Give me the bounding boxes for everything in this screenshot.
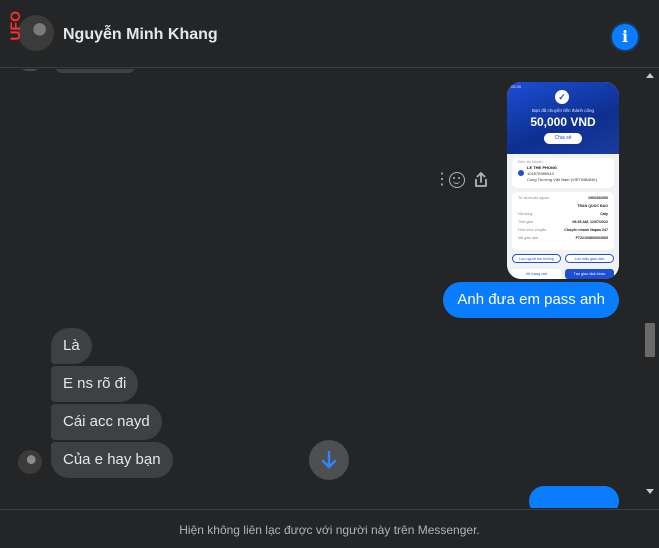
more-vertical-icon[interactable]: ⋮	[434, 172, 450, 188]
receipt-row: Nội dung Cấty	[518, 212, 608, 220]
outgoing-message[interactable]: Anh đưa em pass anh	[443, 282, 619, 318]
scroll-up-arrow-icon[interactable]	[646, 73, 654, 78]
chat-footer: Hiện không liên lạc được với người này t…	[0, 509, 659, 548]
scroll-down-arrow-icon[interactable]	[646, 489, 654, 494]
avatar-overlay-text: UFO	[7, 11, 23, 41]
incoming-message[interactable]: Là	[51, 328, 92, 364]
row-label: Nội dung	[518, 212, 533, 216]
contact-name[interactable]: Nguyễn Minh Khang	[63, 26, 218, 44]
conversation-area: 08:35 ✓ Bạn đã chuyển tiền thành công 50…	[0, 69, 659, 508]
unavailable-notice: Hiện không liên lạc được với người này t…	[179, 523, 480, 537]
row-value: 1900432006	[588, 196, 608, 200]
receipt-recipient-card: Đến tài khoản LE THE PHONG 101870989043 …	[512, 158, 614, 188]
row-value: FT22193860603965	[575, 236, 608, 240]
receipt-share-button: Chia sẻ	[544, 133, 582, 144]
info-circle-icon[interactable]: i	[612, 24, 638, 50]
chat-header: UFO Nguyễn Minh Khang i	[0, 0, 659, 68]
row-label: Thời gian	[518, 220, 534, 224]
partial-outgoing-message[interactable]	[529, 486, 619, 508]
receipt-row: Mã giao dịch FT22193860603965	[518, 236, 608, 244]
incoming-message[interactable]: Cái acc nayd	[51, 404, 162, 440]
receipt-recipient-name: LE THE PHONG	[527, 165, 558, 170]
row-value: TRAN QUOC BAO	[577, 204, 608, 208]
receipt-status-bar: 08:35	[511, 84, 522, 89]
incoming-message[interactable]: Của e hay bạn	[51, 442, 173, 478]
row-value: Cấty	[600, 212, 608, 216]
bank-logo-icon	[518, 170, 524, 176]
receipt-save-recipient: Lưu người thụ hưởng	[512, 254, 561, 263]
receipt-save-template: Lưu mẫu giao dịch	[565, 254, 614, 263]
receipt-amount: 50,000 VND	[530, 115, 596, 129]
smile-icon[interactable]	[449, 172, 465, 188]
receipt-save-buttons: Lưu người thụ hưởng Lưu mẫu giao dịch	[512, 254, 614, 263]
row-value: 08:35 AM, 12/07/2022	[572, 220, 608, 224]
receipt-row: Thời gian 08:35 AM, 12/07/2022	[518, 220, 608, 228]
scroll-to-bottom-button[interactable]	[309, 440, 349, 480]
incoming-message[interactable]: E ns rõ đi	[51, 366, 139, 402]
receipt-row: TRAN QUOC BAO	[518, 204, 608, 212]
partial-message-bubble	[55, 69, 135, 73]
receipt-sender-label: Đến tài khoản	[518, 159, 543, 164]
partial-avatar	[18, 69, 42, 71]
receipt-row: Hình thức chuyển Chuyển nhanh Napas 247	[518, 228, 608, 236]
row-label: Hình thức chuyển	[518, 228, 547, 232]
row-label: Mã giao dịch	[518, 236, 539, 240]
sender-avatar[interactable]	[18, 450, 42, 474]
check-icon: ✓	[555, 90, 569, 104]
receipt-header: 08:35 ✓ Bạn đã chuyển tiền thành công 50…	[507, 82, 619, 154]
transfer-receipt-image[interactable]: 08:35 ✓ Bạn đã chuyển tiền thành công 50…	[507, 82, 619, 279]
contact-avatar[interactable]	[18, 15, 54, 51]
receipt-nav-buttons: Về trang chủ Tạo giao dịch khác	[512, 269, 614, 279]
messenger-window: UFO Nguyễn Minh Khang i 08:35 ✓ Bạn đã c…	[0, 0, 659, 548]
receipt-recipient-account: 101870989043	[527, 171, 554, 176]
receipt-share-label: Chia sẻ	[554, 135, 572, 141]
receipt-home-button: Về trang chủ	[512, 269, 561, 279]
receipt-recipient-bank: Công Thương Việt Nam (VIETINBANK)	[527, 177, 598, 182]
receipt-subtitle: Bạn đã chuyển tiền thành công	[531, 108, 595, 113]
arrow-down-icon	[321, 450, 337, 469]
receipt-new-button: Tạo giao dịch khác	[565, 269, 614, 279]
message-actions: ⋮	[434, 170, 504, 190]
row-label: Từ tài khoản nguồn	[518, 196, 550, 200]
receipt-row: Từ tài khoản nguồn 1900432006	[518, 196, 608, 204]
row-value: Chuyển nhanh Napas 247	[564, 228, 608, 232]
share-icon[interactable]	[474, 172, 488, 188]
chat-scrollbar[interactable]	[643, 69, 657, 508]
scroll-thumb[interactable]	[645, 323, 655, 357]
receipt-details-card: Từ tài khoản nguồn 1900432006 TRAN QUOC B…	[512, 192, 614, 250]
